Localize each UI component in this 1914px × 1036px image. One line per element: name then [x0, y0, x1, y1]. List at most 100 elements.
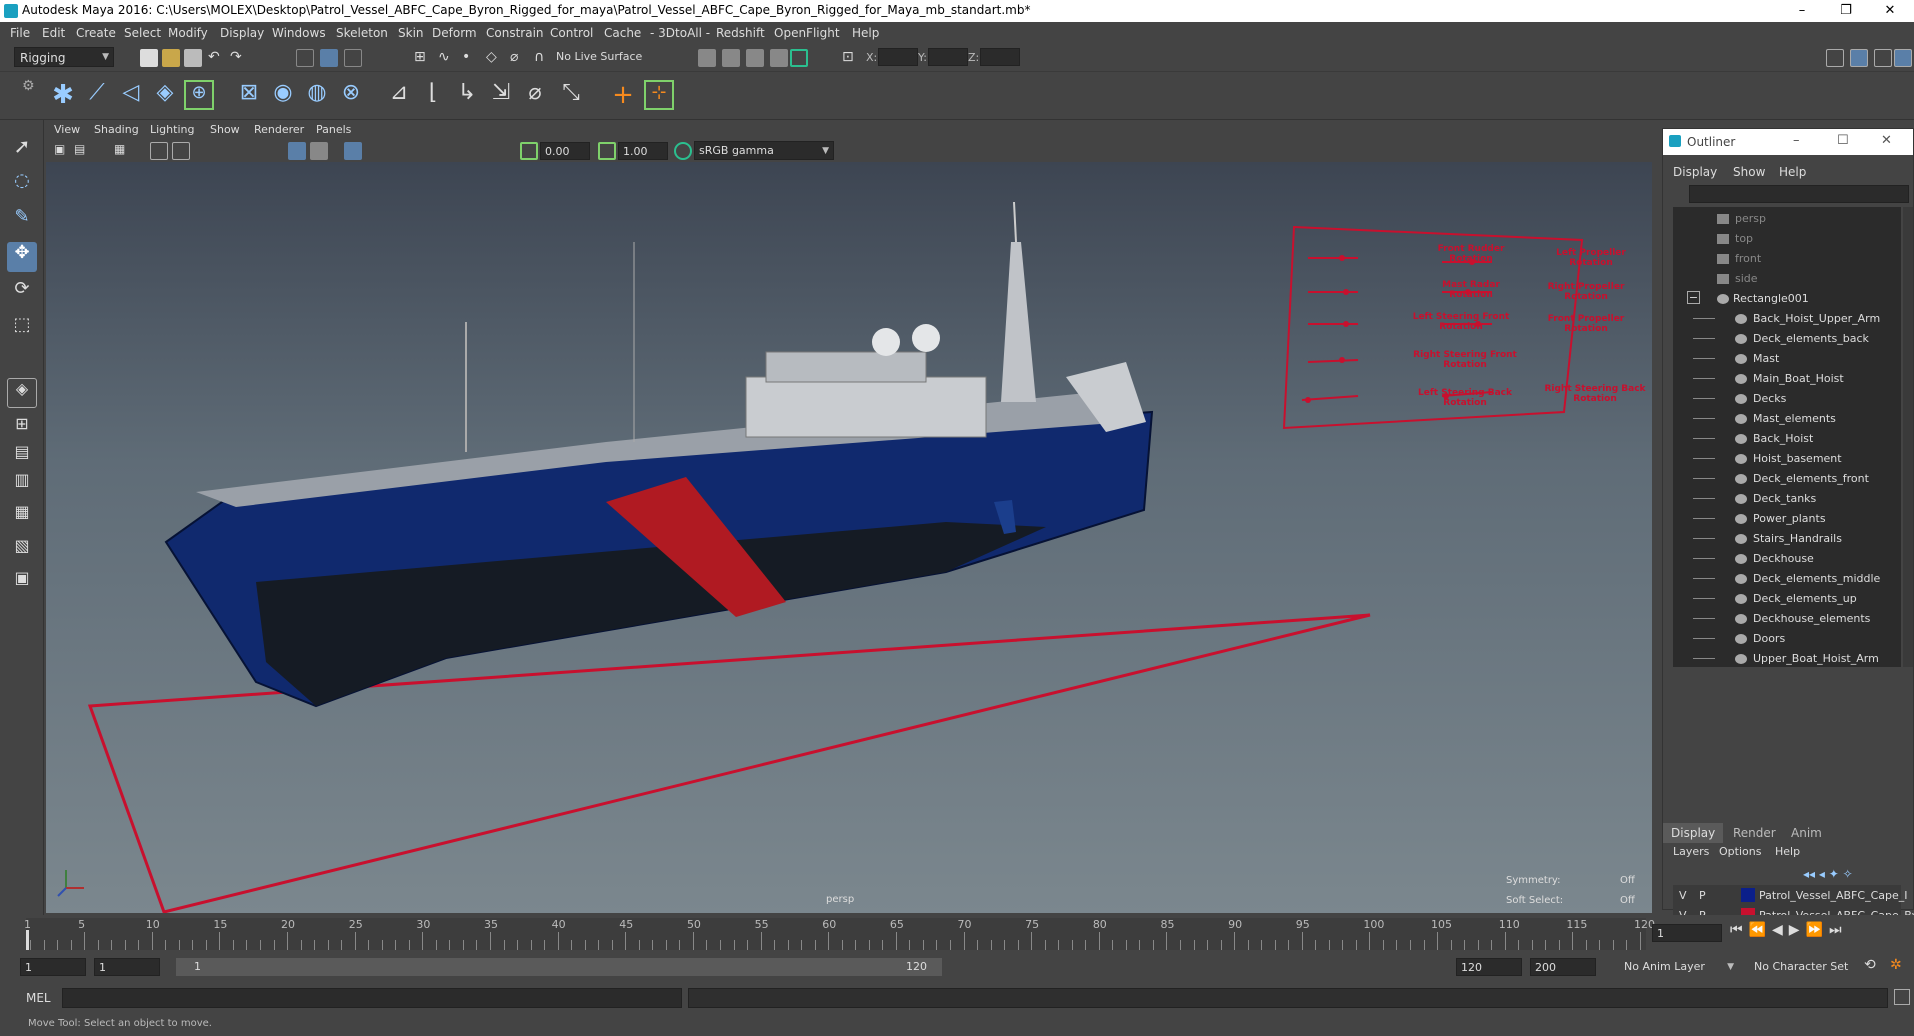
outliner-item[interactable]: Mast_elements [1673, 409, 1901, 429]
layer-menu-options[interactable]: Options [1719, 845, 1761, 858]
collapse-icon[interactable]: − [1687, 291, 1700, 304]
mel-label[interactable]: MEL [26, 991, 51, 1005]
parent-constraint-icon[interactable]: + [608, 80, 638, 110]
outliner-menu-help[interactable]: Help [1779, 165, 1806, 179]
gamma-icon[interactable] [598, 142, 616, 160]
paint-select-icon[interactable]: ✎ [7, 206, 37, 236]
single-perspective-view-icon[interactable]: ◈ [7, 378, 37, 408]
attribute-editor-icon[interactable] [1850, 49, 1868, 67]
layer-playback-toggle[interactable]: P [1699, 889, 1706, 902]
outliner-item[interactable]: Decks [1673, 389, 1901, 409]
scale-tool-icon[interactable]: ⬚ [7, 314, 37, 344]
ship-bridge[interactable] [765, 351, 927, 383]
outliner-item[interactable]: Deckhouse_elements [1673, 609, 1901, 629]
layer-row[interactable]: V P Patrol_Vessel_ABFC_Cape_I [1673, 885, 1907, 905]
interactive-bind-icon[interactable]: ◍ [302, 80, 332, 110]
exposure-field[interactable]: 0.00 [540, 142, 590, 160]
outliner-item[interactable]: Stairs_Handrails [1673, 529, 1901, 549]
layout-icon[interactable]: ▧ [7, 536, 37, 566]
x-input[interactable] [878, 48, 918, 66]
restore-button[interactable]: ❐ [1824, 0, 1868, 22]
outliner-item[interactable]: Back_Hoist [1673, 429, 1901, 449]
menu-windows[interactable]: Windows [272, 26, 326, 40]
point-constraint-icon[interactable]: ⊹ [644, 80, 674, 110]
exposure-icon[interactable] [520, 142, 538, 160]
new-scene-icon[interactable] [140, 49, 158, 67]
menu-3dtoall[interactable]: - 3DtoAll - [650, 26, 710, 40]
render-view-icon[interactable] [770, 49, 788, 67]
textured-icon[interactable] [344, 142, 362, 160]
menu-redshift[interactable]: Redshift [716, 26, 765, 40]
persp-graph-icon[interactable]: ▥ [7, 470, 37, 500]
menu-cache[interactable]: Cache [604, 26, 641, 40]
outliner-item[interactable]: Deckhouse [1673, 549, 1901, 569]
character-set-dropdown[interactable]: No Character Set [1750, 958, 1860, 976]
orient-joint-icon[interactable]: ◈ [150, 80, 180, 110]
joint-tool-icon[interactable]: ✱ [48, 80, 78, 110]
menu-create[interactable]: Create [76, 26, 116, 40]
nonlinear-deformer-icon[interactable]: ⇲ [486, 80, 516, 110]
timeline-ruler[interactable]: 1 5 10 15 20 25 30 35 40 45 50 55 60 65 70 75 80 85 90 95 10… [24, 918, 1655, 950]
tab-render[interactable]: Render [1725, 823, 1784, 843]
four-view-icon[interactable]: ⊞ [7, 414, 37, 444]
smooth-bind-icon[interactable]: ◉ [268, 80, 298, 110]
outliner-minimize-button[interactable]: – [1793, 133, 1800, 148]
outliner-item[interactable]: Deck_elements_middle [1673, 569, 1901, 589]
mirror-joint-icon[interactable]: ◁ [116, 80, 146, 110]
outliner-item[interactable]: Doors [1673, 629, 1901, 649]
layer-move-icons[interactable]: ◂◂ ◂ ✦ ✧ [1803, 867, 1853, 881]
smooth-shade-icon[interactable] [288, 142, 306, 160]
grid-icon[interactable] [150, 142, 168, 160]
z-input[interactable] [980, 48, 1020, 66]
snap-point-icon[interactable]: • [462, 49, 480, 67]
menu-select[interactable]: Select [124, 26, 161, 40]
wrap-deformer-icon[interactable]: ⤡ [556, 80, 586, 110]
outliner-scrollbar[interactable] [1903, 207, 1913, 667]
rotate-tool-icon[interactable]: ⟳ [7, 278, 37, 308]
current-frame-field[interactable]: 1 [1652, 924, 1722, 942]
viewport-menu-panels[interactable]: Panels [316, 123, 351, 136]
outliner-item-camera[interactable]: front [1673, 249, 1901, 269]
menu-skeleton[interactable]: Skeleton [336, 26, 388, 40]
hypershade-icon[interactable] [790, 49, 808, 67]
render-settings-icon[interactable] [698, 49, 716, 67]
menu-constrain[interactable]: Constrain [486, 26, 544, 40]
outliner-item[interactable]: Hoist_basement [1673, 449, 1901, 469]
bind-skin-icon[interactable]: ⊠ [234, 80, 264, 110]
save-scene-icon[interactable] [184, 49, 202, 67]
minimize-button[interactable]: – [1780, 0, 1824, 22]
layer-color-swatch[interactable] [1741, 888, 1755, 902]
live-surface-field[interactable]: No Live Surface [552, 48, 652, 66]
snap-grid-icon[interactable]: ⊞ [414, 49, 432, 67]
select-component-icon[interactable] [344, 49, 362, 67]
menu-skin[interactable]: Skin [398, 26, 424, 40]
close-button[interactable]: ✕ [1868, 0, 1912, 22]
menu-display[interactable]: Display [220, 26, 264, 40]
menu-control[interactable]: Control [550, 26, 593, 40]
wireframe-on-shaded-icon[interactable] [310, 142, 328, 160]
menuset-dropdown[interactable]: Rigging ▼ [14, 47, 114, 67]
ipr-render-icon[interactable] [746, 49, 764, 67]
select-hierarchy-icon[interactable] [296, 49, 314, 67]
insert-joint-icon[interactable]: ⟋ [82, 80, 112, 110]
outliner-item-root[interactable]: − Rectangle001 [1673, 289, 1901, 309]
color-space-dropdown[interactable]: sRGB gamma ▼ [694, 141, 834, 160]
playback-end-field[interactable]: 120 [1456, 958, 1522, 976]
outliner-menu-display[interactable]: Display [1673, 165, 1717, 179]
animation-end-field[interactable]: 200 [1530, 958, 1596, 976]
lasso-tool-icon[interactable]: ◌ [7, 170, 37, 200]
outliner-item[interactable]: Deck_elements_up [1673, 589, 1901, 609]
viewport-menu-view[interactable]: View [54, 123, 80, 136]
viewport-menu-renderer[interactable]: Renderer [254, 123, 304, 136]
redo-icon[interactable]: ↷ [230, 49, 248, 67]
menu-modify[interactable]: Modify [168, 26, 208, 40]
gamma-field[interactable]: 1.00 [618, 142, 668, 160]
shelf-options-icon[interactable]: ⚙ [22, 78, 35, 94]
outliner-item[interactable]: Deck_tanks [1673, 489, 1901, 509]
command-input[interactable] [62, 988, 682, 1008]
outliner-item[interactable]: Mast [1673, 349, 1901, 369]
persp-hypershade-icon[interactable]: ▦ [7, 502, 37, 532]
color-management-icon[interactable] [674, 142, 692, 160]
ship-mast[interactable] [1001, 242, 1036, 402]
menu-file[interactable]: File [10, 26, 30, 40]
